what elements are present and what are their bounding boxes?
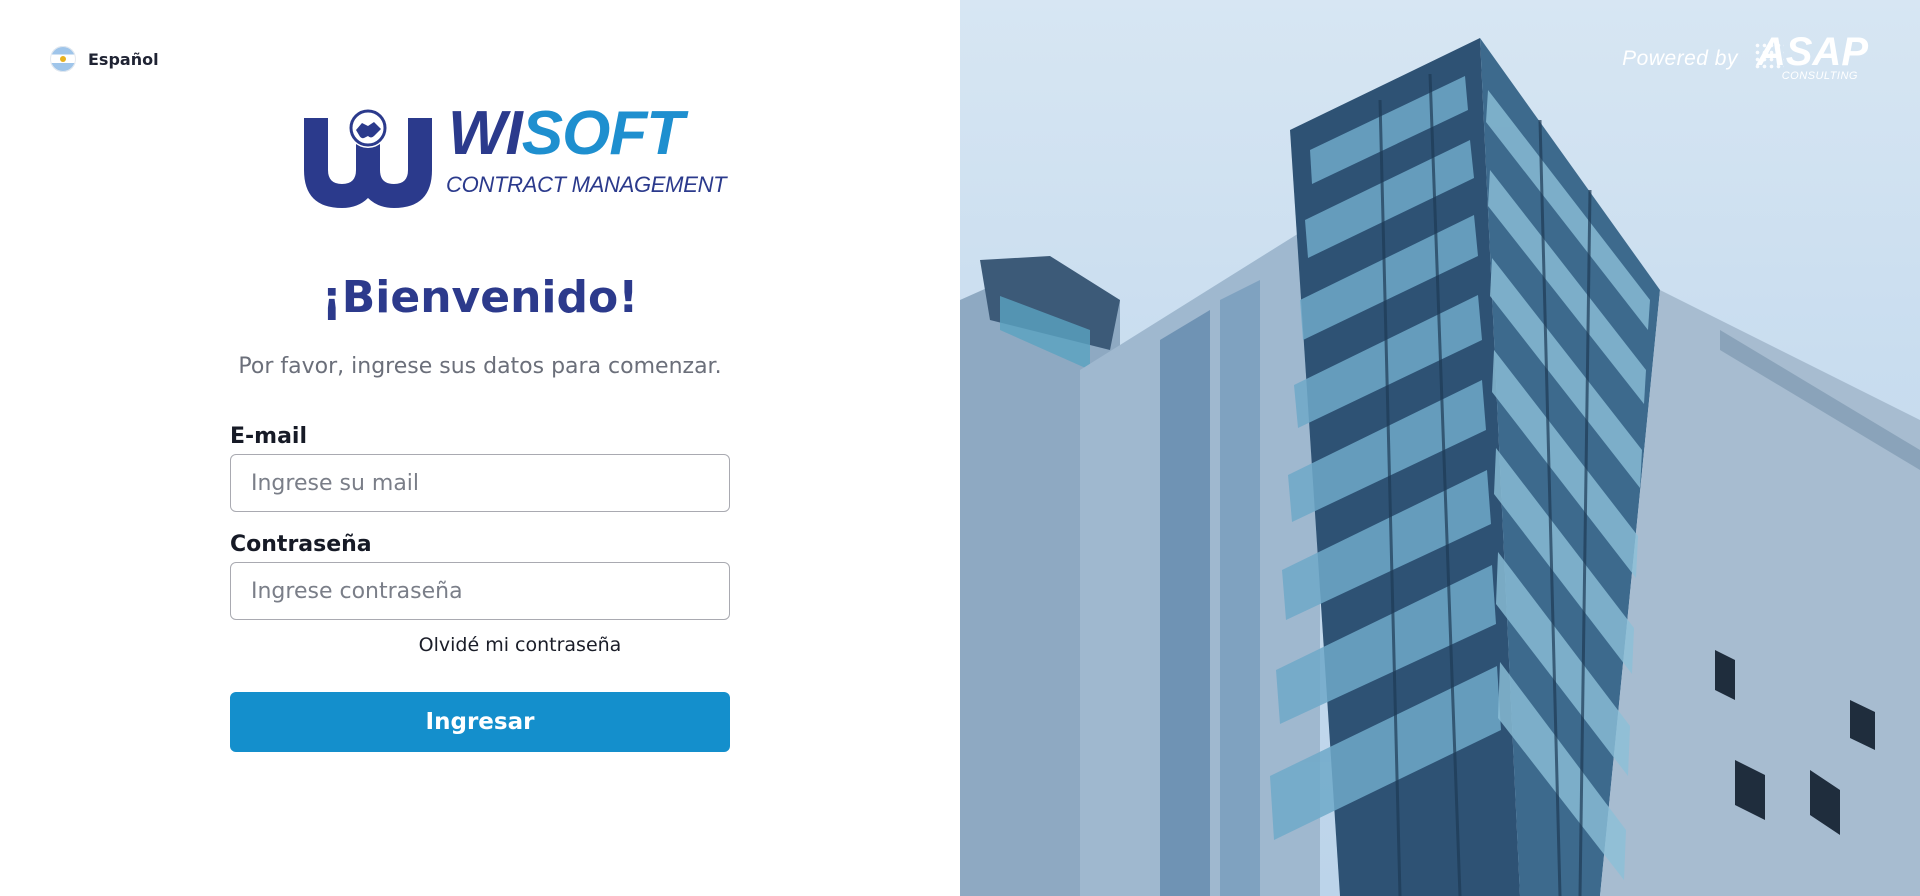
welcome-subtitle: Por favor, ingrese sus datos para comenz… (238, 354, 722, 379)
powered-by-text: Powered by (1622, 47, 1738, 70)
email-label: E-mail (230, 424, 308, 449)
login-panel: Español WISOFT CONTRACT MANAGEMENT ¡Bien… (0, 0, 960, 896)
language-label: Español (88, 49, 159, 69)
logo-w-mark (304, 108, 432, 208)
login-form: E-mail Contraseña Olvidé mi contraseña I… (230, 420, 730, 752)
welcome-title: ¡Bienvenido! (321, 272, 639, 323)
wisoft-logo: WISOFT CONTRACT MANAGEMENT (304, 100, 727, 212)
brand-tagline: CONTRACT MANAGEMENT (446, 172, 727, 197)
argentina-flag-icon (50, 46, 76, 72)
asap-logo: ASAP CONSULTING (1754, 32, 1868, 82)
powered-by-badge: Powered by ASAP CONSULTING (1622, 32, 1868, 82)
forgot-password-link[interactable]: Olvidé mi contraseña (270, 634, 770, 656)
building-hero-image: Powered by ASAP CONSULTING (960, 0, 1920, 896)
building-illustration (960, 38, 1920, 896)
language-selector[interactable]: Español (50, 46, 159, 72)
password-label: Contraseña (230, 532, 372, 557)
password-field[interactable] (230, 562, 730, 620)
email-field[interactable] (230, 454, 730, 512)
login-button[interactable]: Ingresar (230, 692, 730, 752)
brand-wordmark: WISOFT (448, 99, 684, 168)
